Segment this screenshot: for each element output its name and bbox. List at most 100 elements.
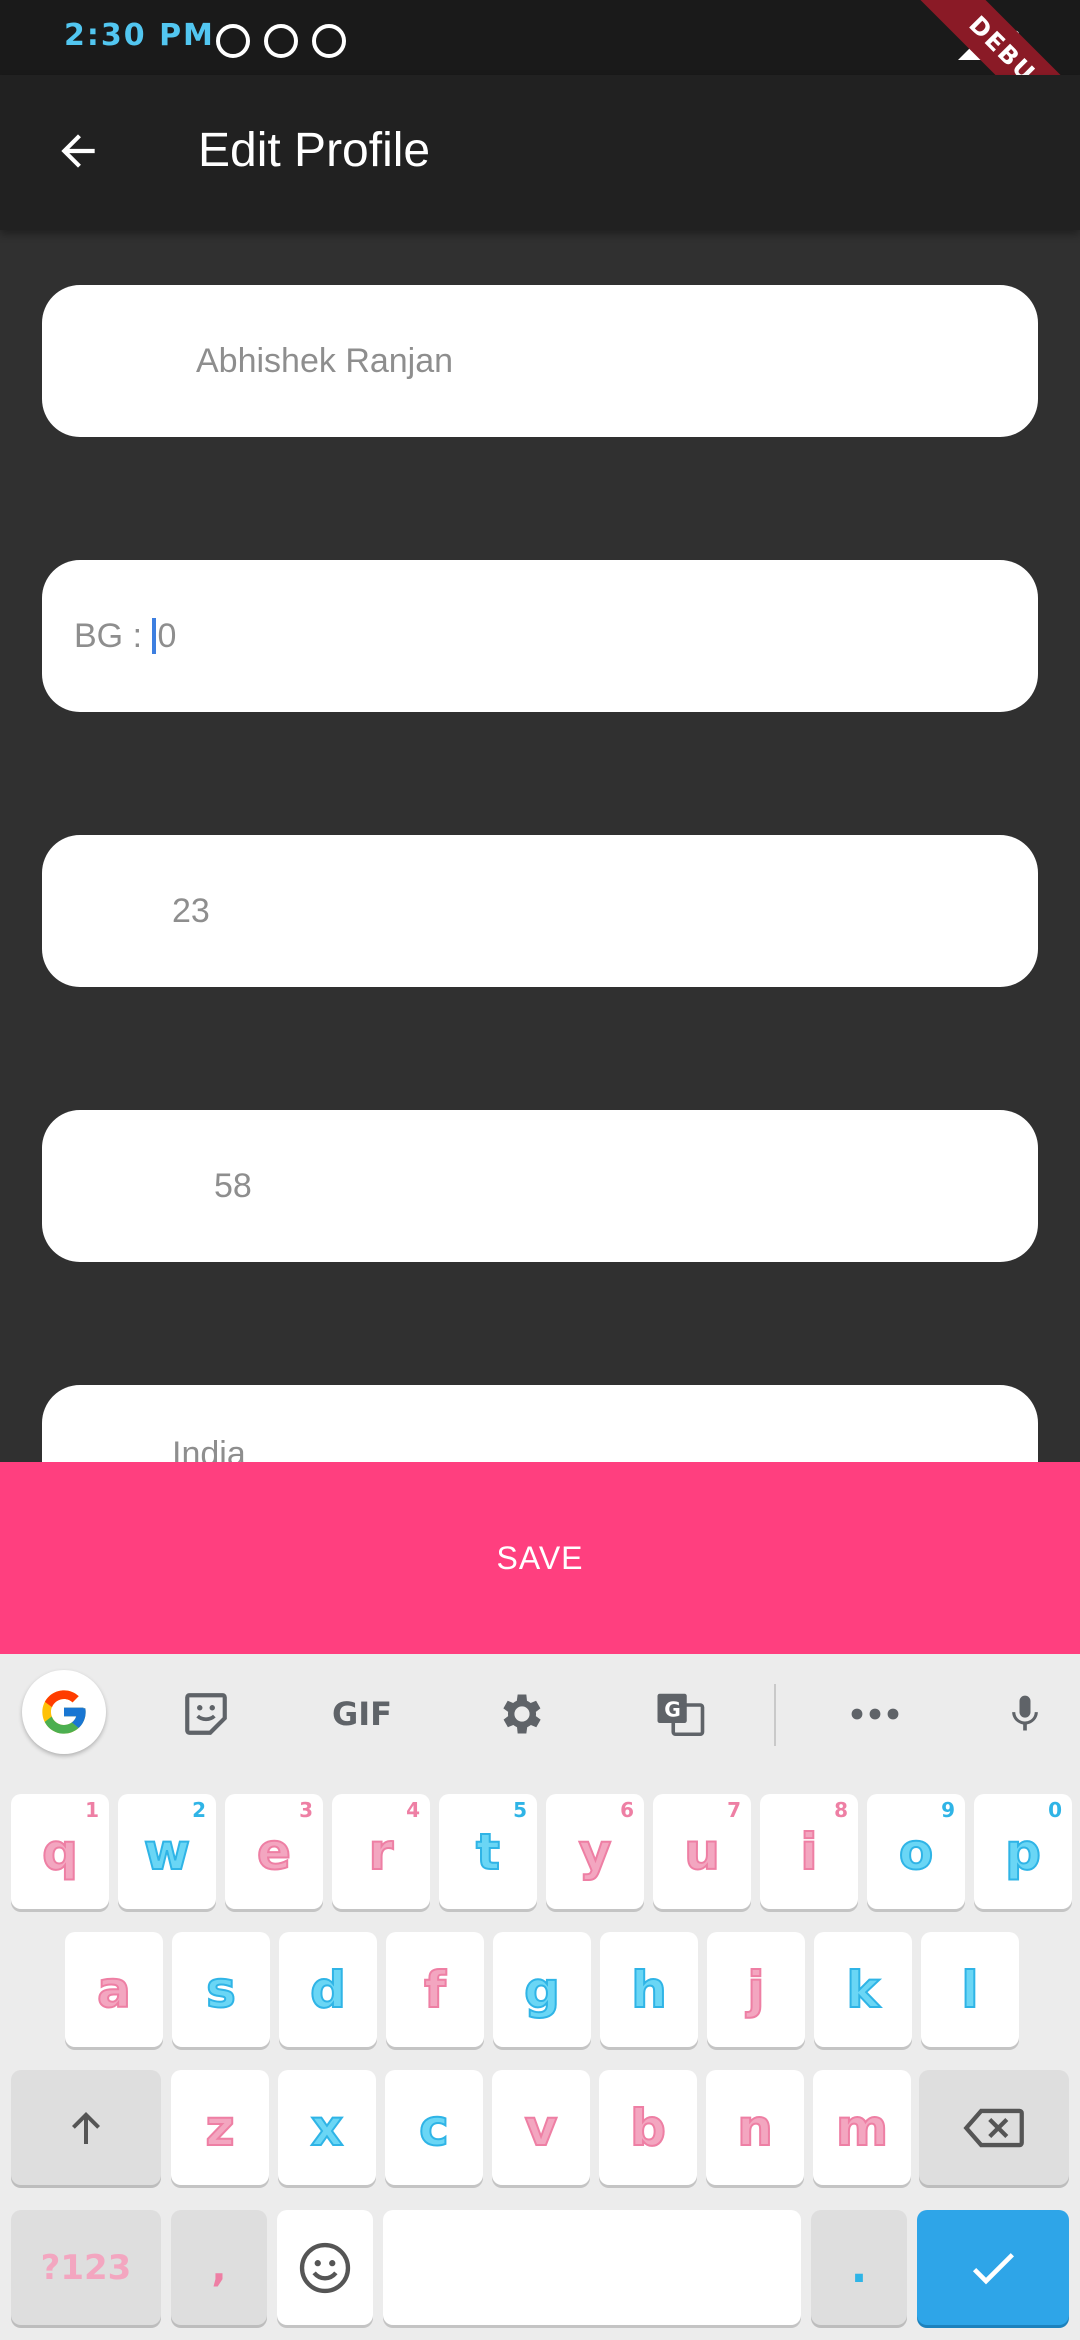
key-x[interactable]: x xyxy=(278,2070,376,2185)
keyboard: GIF G q1w2e3r4t5y6u7i8o9p0 asdfghjkl z x… xyxy=(0,1654,1080,2340)
key-a[interactable]: a xyxy=(65,1932,163,2047)
key-k[interactable]: k xyxy=(814,1932,912,2047)
notification-icon xyxy=(312,24,346,58)
save-button[interactable]: SAVE xyxy=(0,1462,1080,1654)
key-hint: 0 xyxy=(1048,1798,1062,1822)
whatsapp-icon xyxy=(216,24,250,58)
key-t[interactable]: t5 xyxy=(439,1794,537,1909)
weight-value: 58 xyxy=(214,1166,252,1205)
microphone-icon[interactable] xyxy=(1000,1684,1050,1744)
key-label: v xyxy=(524,2098,559,2158)
key-j[interactable]: j xyxy=(707,1932,805,2047)
key-label: g xyxy=(523,1960,561,2020)
key-label: z xyxy=(204,2098,235,2158)
key-label: n xyxy=(736,2098,774,2158)
key-label: c xyxy=(418,2098,450,2158)
age-value: 23 xyxy=(172,891,210,930)
key-g[interactable]: g xyxy=(493,1932,591,2047)
key-u[interactable]: u7 xyxy=(653,1794,751,1909)
toolbar-divider xyxy=(774,1684,776,1746)
svg-text:G: G xyxy=(664,1697,681,1721)
key-label: i xyxy=(799,1822,818,1882)
key-hint: 8 xyxy=(834,1798,848,1822)
enter-key[interactable] xyxy=(917,2210,1069,2325)
key-b[interactable]: b xyxy=(599,2070,697,2185)
symbols-key[interactable]: ?123 xyxy=(11,2210,161,2325)
key-p[interactable]: p0 xyxy=(974,1794,1072,1909)
emoji-key[interactable] xyxy=(277,2210,373,2325)
weight-field[interactable]: 58 xyxy=(42,1110,1038,1262)
key-hint: 9 xyxy=(941,1798,955,1822)
mic-glyph-icon xyxy=(1012,1695,1038,1731)
key-label: e xyxy=(256,1822,292,1882)
key-y[interactable]: y6 xyxy=(546,1794,644,1909)
arrow-back-icon xyxy=(61,134,95,168)
key-label: d xyxy=(309,1960,347,2020)
key-hint: 1 xyxy=(85,1798,99,1822)
key-r[interactable]: r4 xyxy=(332,1794,430,1909)
key-label: m xyxy=(835,2098,889,2158)
blood-group-value: 0 xyxy=(157,616,177,655)
key-hint: 6 xyxy=(620,1798,634,1822)
key-label: x xyxy=(310,2098,344,2158)
key-label: s xyxy=(205,1960,237,2020)
country-value: India xyxy=(172,1435,246,1462)
key-label: k xyxy=(845,1960,880,2020)
key-q[interactable]: q1 xyxy=(11,1794,109,1909)
key-o[interactable]: o9 xyxy=(867,1794,965,1909)
space-bar[interactable] xyxy=(383,2210,801,2325)
key-label: l xyxy=(960,1960,979,2020)
dots-icon xyxy=(851,1708,899,1720)
key-label: b xyxy=(629,2098,667,2158)
backspace-key[interactable] xyxy=(919,2070,1069,2185)
key-h[interactable]: h xyxy=(600,1932,698,2047)
key-w[interactable]: w2 xyxy=(118,1794,216,1909)
key-label: t xyxy=(475,1822,501,1882)
backspace-icon xyxy=(963,2108,1024,2147)
key-label: f xyxy=(423,1960,447,2020)
google-g-icon xyxy=(42,1690,86,1734)
notification-icon xyxy=(264,24,298,58)
key-label: j xyxy=(746,1960,765,2020)
key-s[interactable]: s xyxy=(172,1932,270,2047)
settings-icon[interactable] xyxy=(492,1684,552,1744)
blood-group-prefix: BG : xyxy=(74,616,152,655)
key-m[interactable]: m xyxy=(813,2070,911,2185)
translate-icon[interactable]: G xyxy=(650,1684,710,1744)
status-bar: 2:30 PM 53 xyxy=(0,0,1080,75)
key-label: p xyxy=(1004,1822,1042,1882)
key-n[interactable]: n xyxy=(706,2070,804,2185)
page-title: Edit Profile xyxy=(198,124,431,177)
gif-button[interactable]: GIF xyxy=(326,1684,398,1744)
key-v[interactable]: v xyxy=(492,2070,590,2185)
key-z[interactable]: z xyxy=(171,2070,269,2185)
sticker-icon[interactable] xyxy=(176,1684,236,1744)
name-field[interactable]: Abhishek Ranjan xyxy=(42,285,1038,437)
shift-key[interactable] xyxy=(11,2070,161,2185)
keyboard-toolbar: GIF G xyxy=(0,1654,1080,1774)
sticker-glyph-icon xyxy=(185,1693,227,1735)
period-key[interactable]: . xyxy=(811,2210,907,2325)
key-i[interactable]: i8 xyxy=(760,1794,858,1909)
google-icon[interactable] xyxy=(22,1670,106,1754)
key-c[interactable]: c xyxy=(385,2070,483,2185)
key-label: q xyxy=(41,1822,79,1882)
name-value: Abhishek Ranjan xyxy=(196,341,454,380)
key-hint: 5 xyxy=(513,1798,527,1822)
key-l[interactable]: l xyxy=(921,1932,1019,2047)
key-label: h xyxy=(630,1960,668,2020)
blood-group-field[interactable]: BG : 0 xyxy=(42,560,1038,712)
key-d[interactable]: d xyxy=(279,1932,377,2047)
status-time: 2:30 PM xyxy=(64,18,215,53)
key-label: u xyxy=(683,1822,721,1882)
key-f[interactable]: f xyxy=(386,1932,484,2047)
key-hint: 2 xyxy=(192,1798,206,1822)
age-field[interactable]: 23 xyxy=(42,835,1038,987)
country-field[interactable]: India xyxy=(42,1385,1038,1462)
key-e[interactable]: e3 xyxy=(225,1794,323,1909)
emoji-icon xyxy=(299,2242,351,2293)
back-button[interactable] xyxy=(42,115,114,187)
comma-key[interactable]: , xyxy=(171,2210,267,2325)
more-icon[interactable] xyxy=(842,1684,908,1744)
notification-icons xyxy=(216,24,346,58)
